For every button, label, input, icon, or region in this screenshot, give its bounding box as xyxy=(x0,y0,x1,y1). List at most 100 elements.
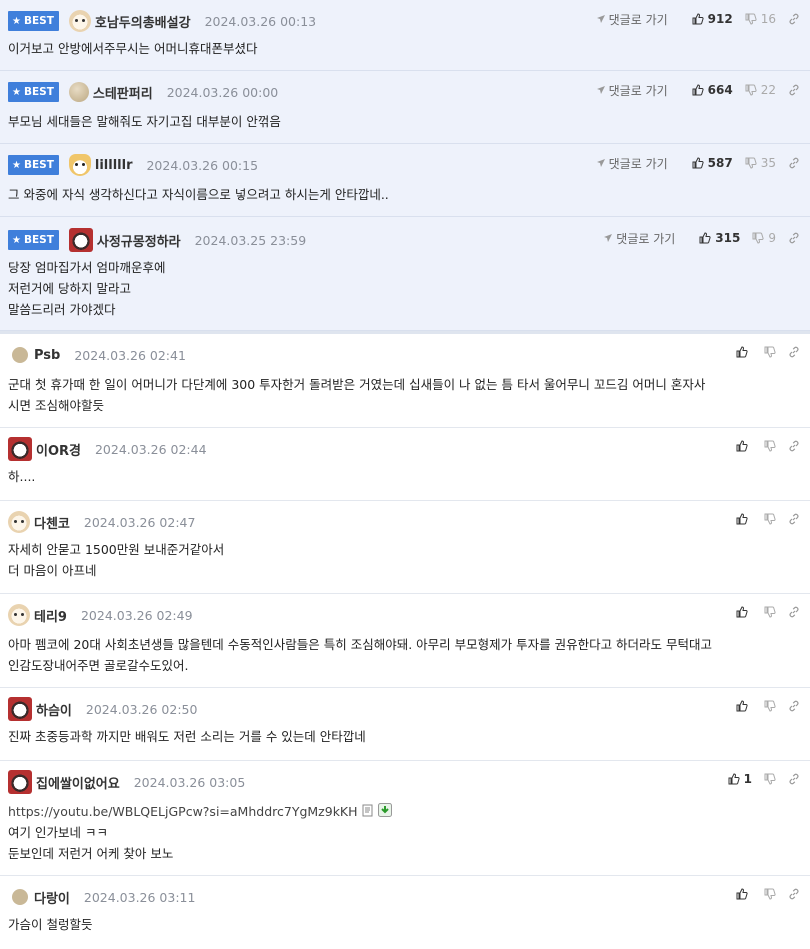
thumbs-up-icon xyxy=(736,606,748,618)
downvote-button[interactable] xyxy=(764,773,776,785)
nickname[interactable]: 스테판퍼리 xyxy=(93,83,153,102)
link-button[interactable] xyxy=(788,606,800,618)
downvote-button[interactable]: 35 xyxy=(745,156,776,170)
thumbs-up-icon xyxy=(699,232,711,244)
comment-date: 2024.03.26 00:13 xyxy=(204,13,317,29)
link-button[interactable] xyxy=(788,773,800,785)
document-icon[interactable] xyxy=(362,802,374,823)
upvote-button[interactable]: 587 xyxy=(692,156,733,170)
upvote-count: 587 xyxy=(707,156,733,170)
nickname[interactable]: lilllllr xyxy=(95,158,133,173)
avatar[interactable] xyxy=(8,511,30,533)
thumbs-down-icon xyxy=(764,440,776,452)
nickname[interactable]: Psb xyxy=(34,348,60,363)
avatar[interactable] xyxy=(68,154,91,176)
best-badge: ★ BEST xyxy=(8,155,59,175)
link-button[interactable] xyxy=(788,513,800,525)
avatar[interactable] xyxy=(68,82,89,102)
nickname[interactable]: 집에쌀이없어요 xyxy=(36,773,120,792)
link-icon xyxy=(789,888,799,900)
link-button[interactable] xyxy=(788,84,800,96)
nickname[interactable]: 다첸코 xyxy=(34,513,70,532)
thumbs-up-icon xyxy=(728,773,740,785)
comment-text: 아마 펨코에 20대 사회초년생들 많을텐데 수동적인사람들은 특히 조심해야돼… xyxy=(8,637,713,673)
downvote-count: 9 xyxy=(768,231,776,245)
comment-text: 가슴이 철렁할듯 xyxy=(8,917,93,932)
avatar[interactable] xyxy=(8,697,32,721)
star-icon: ★ xyxy=(12,16,21,27)
avatar[interactable] xyxy=(68,228,93,252)
link-button[interactable] xyxy=(788,440,800,452)
comment-text: https://youtu.be/WBLQELjGPcw?si=aMhddrc7… xyxy=(8,801,392,864)
downvote-button[interactable] xyxy=(764,606,776,618)
avatar[interactable] xyxy=(12,347,28,363)
comment: 다랑이 2024.03.26 03:11 가슴이 철렁할듯 xyxy=(0,876,810,949)
downvote-button[interactable]: 9 xyxy=(752,231,776,245)
link-icon xyxy=(789,232,799,244)
nickname[interactable]: 이OR경 xyxy=(36,440,81,459)
download-icon[interactable] xyxy=(377,802,392,823)
goto-comment-link[interactable]: 댓글로 가기 xyxy=(603,230,675,247)
downvote-button[interactable]: 22 xyxy=(745,83,776,97)
downvote-button[interactable]: 16 xyxy=(745,12,776,26)
nickname[interactable]: 테리9 xyxy=(34,606,67,625)
downvote-count: 16 xyxy=(760,12,776,26)
goto-comment-link[interactable]: 댓글로 가기 xyxy=(596,11,668,28)
link-icon xyxy=(789,440,799,452)
goto-comment-link[interactable]: 댓글로 가기 xyxy=(596,155,668,172)
comment-date: 2024.03.26 03:05 xyxy=(133,774,246,790)
upvote-button[interactable] xyxy=(736,513,752,525)
upvote-button[interactable] xyxy=(736,606,752,618)
avatar[interactable] xyxy=(8,770,32,794)
downvote-button[interactable] xyxy=(764,440,776,452)
nickname[interactable]: 다랑이 xyxy=(34,888,70,907)
thumbs-up-icon xyxy=(736,346,748,358)
upvote-button[interactable]: 664 xyxy=(692,83,733,97)
comment-text: 그 와중에 자식 생각하신다고 자식이름으로 넣으려고 하시는게 안타깝네.. xyxy=(8,187,389,202)
upvote-button[interactable]: 1 xyxy=(728,772,752,786)
goto-comment-link[interactable]: 댓글로 가기 xyxy=(596,82,668,99)
upvote-count: 1 xyxy=(743,772,752,786)
thumbs-up-icon xyxy=(736,513,748,525)
nickname[interactable]: 사정규몽정하라 xyxy=(97,231,181,250)
avatar[interactable] xyxy=(8,604,30,626)
link-button[interactable] xyxy=(788,700,800,712)
upvote-button[interactable] xyxy=(736,346,752,358)
comment-text: 진짜 초중등과학 까지만 배워도 저런 소리는 거를 수 있는데 안타깝네 xyxy=(8,729,366,744)
downvote-button[interactable] xyxy=(764,513,776,525)
arrow-icon xyxy=(596,159,605,167)
video-link[interactable]: https://youtu.be/WBLQELjGPcw?si=aMhddrc7… xyxy=(8,804,358,819)
nickname[interactable]: 호남두의총배설강 xyxy=(95,12,191,31)
upvote-button[interactable] xyxy=(736,888,752,900)
comment-text: 당장 엄마집가서 엄마깨운후에 저런거에 당하지 말라고 말씀드리러 가야겠다 xyxy=(8,260,166,317)
upvote-button[interactable]: 315 xyxy=(699,231,740,245)
thumbs-down-icon xyxy=(764,346,776,358)
link-button[interactable] xyxy=(788,157,800,169)
comment: 집에쌀이없어요 2024.03.26 03:05 1 https://youtu… xyxy=(0,761,810,876)
downvote-button[interactable] xyxy=(764,888,776,900)
comment: Psb 2024.03.26 02:41 군대 첫 휴가때 한 일이 어머니가 … xyxy=(0,334,810,428)
thumbs-down-icon xyxy=(764,513,776,525)
star-icon: ★ xyxy=(12,235,21,246)
upvote-button[interactable]: 912 xyxy=(692,12,733,26)
avatar[interactable] xyxy=(12,889,28,905)
link-button[interactable] xyxy=(788,346,800,358)
link-button[interactable] xyxy=(788,13,800,25)
comment-date: 2024.03.26 00:00 xyxy=(166,84,279,100)
upvote-count: 664 xyxy=(707,83,733,97)
comment-text: 군대 첫 휴가때 한 일이 어머니가 다단계에 300 투자한거 돌려받은 거였… xyxy=(8,377,706,413)
downvote-button[interactable] xyxy=(764,700,776,712)
avatar[interactable] xyxy=(68,10,91,32)
comment-date: 2024.03.26 00:15 xyxy=(146,157,259,173)
avatar[interactable] xyxy=(8,437,32,461)
downvote-button[interactable] xyxy=(764,346,776,358)
thumbs-down-icon xyxy=(764,888,776,900)
upvote-button[interactable] xyxy=(736,700,752,712)
link-button[interactable] xyxy=(788,232,800,244)
link-icon xyxy=(789,513,799,525)
link-button[interactable] xyxy=(788,888,800,900)
upvote-button[interactable] xyxy=(736,440,752,452)
thumbs-down-icon xyxy=(745,84,757,96)
nickname[interactable]: 하슴이 xyxy=(36,700,72,719)
thumbs-down-icon xyxy=(764,773,776,785)
